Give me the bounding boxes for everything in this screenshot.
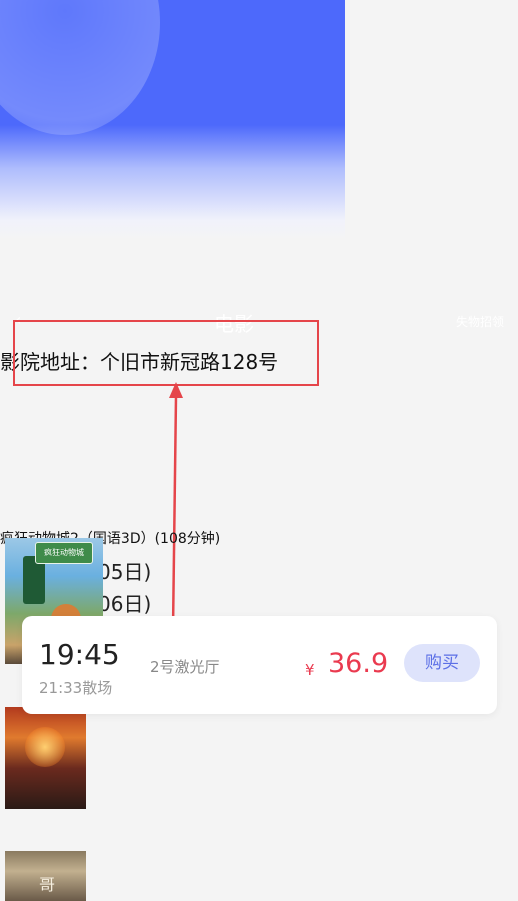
show-date-2[interactable]: 06日) [98, 588, 151, 617]
currency-symbol: ¥ [305, 661, 315, 679]
poster-glow [25, 727, 65, 767]
avatar-poster[interactable] [5, 707, 86, 809]
end-time: 21:33散场 [39, 679, 113, 697]
ticket-price: 36.9 [328, 648, 389, 679]
third-movie-poster[interactable]: 哥 [5, 851, 86, 901]
annotation-arrow-head [169, 382, 183, 398]
annotation-arrow-line [171, 395, 178, 631]
show-date-1[interactable]: 05日) [98, 556, 151, 585]
poster-sign: 疯狂动物城 [35, 542, 93, 564]
poster-title-glyph: 哥 [39, 875, 56, 894]
hall-name: 2号激光厅 [150, 658, 220, 676]
showtime-card[interactable]: 19:45 21:33散场 2号激光厅 ¥ 36.9 购买 [22, 616, 497, 714]
buy-button[interactable]: 购买 [404, 644, 480, 682]
start-time: 19:45 [39, 638, 120, 671]
